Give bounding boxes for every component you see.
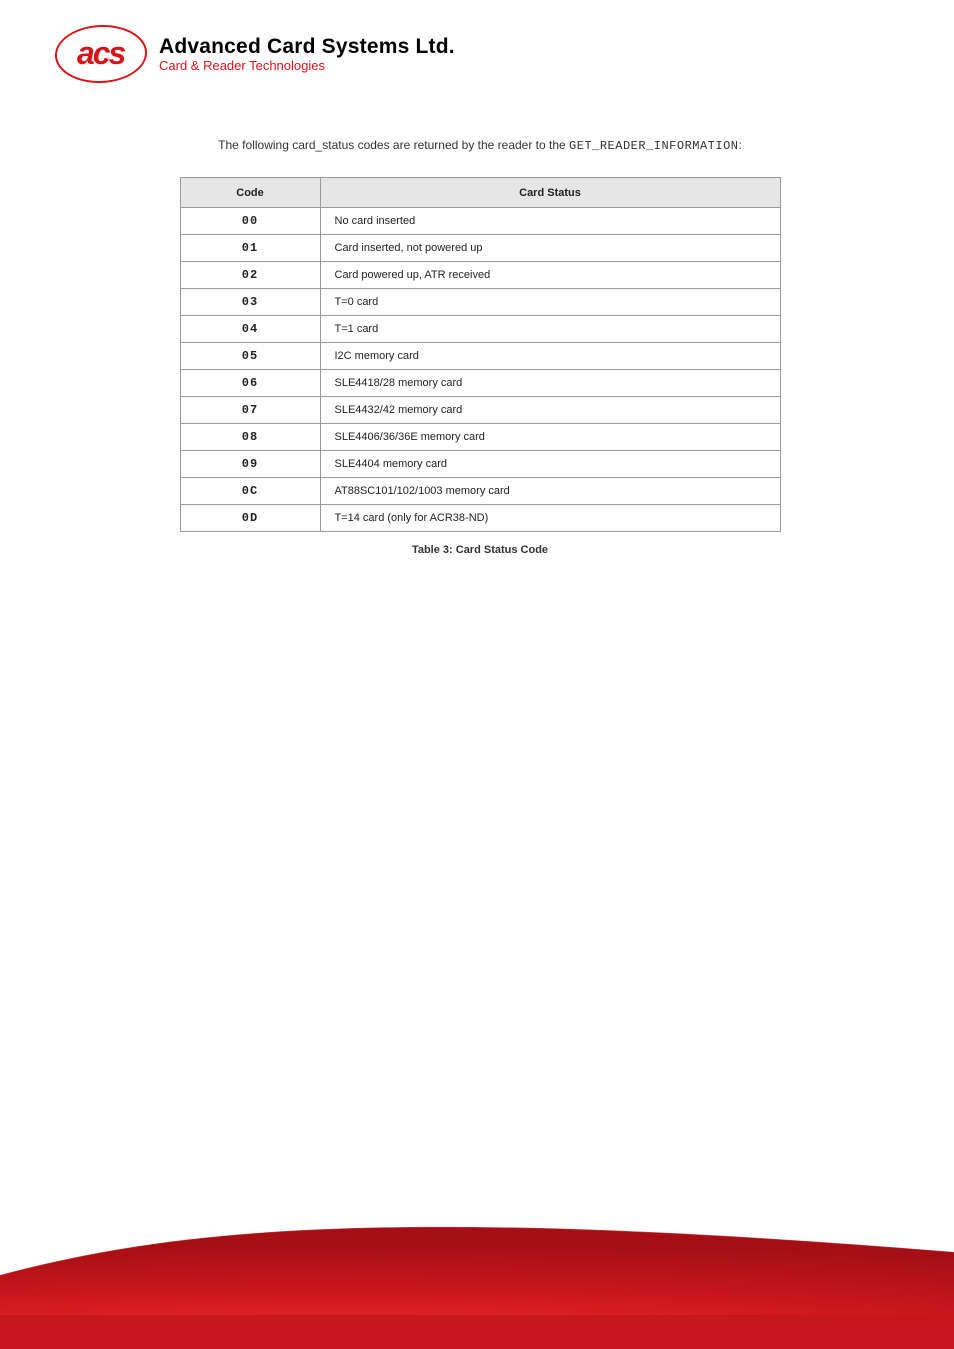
- status-cell: T=1 card: [320, 316, 780, 343]
- table-row: 00 No card inserted: [180, 208, 780, 235]
- status-cell: Card inserted, not powered up: [320, 235, 780, 262]
- intro-command: GET_READER_INFORMATION: [569, 139, 738, 153]
- code-cell: 06: [180, 370, 320, 397]
- status-cell: T=14 card (only for ACR38-ND): [320, 505, 780, 532]
- status-cell: AT88SC101/102/1003 memory card: [320, 478, 780, 505]
- brand-logo-text: acs: [77, 35, 124, 72]
- code-cell: 07: [180, 397, 320, 424]
- intro-text: The following card_status codes are retu…: [100, 138, 860, 153]
- table-row: 07 SLE4432/42 memory card: [180, 397, 780, 424]
- code-cell: 01: [180, 235, 320, 262]
- code-cell: 0C: [180, 478, 320, 505]
- status-cell: T=0 card: [320, 289, 780, 316]
- content-area: The following card_status codes are retu…: [100, 138, 860, 556]
- table-row: 06 SLE4418/28 memory card: [180, 370, 780, 397]
- code-cell: 03: [180, 289, 320, 316]
- table-row: 0D T=14 card (only for ACR38-ND): [180, 505, 780, 532]
- brand-text-block: Advanced Card Systems Ltd. Card & Reader…: [159, 35, 455, 73]
- card-status-table: Code Card Status 00 No card inserted 01 …: [180, 177, 781, 532]
- code-cell: 09: [180, 451, 320, 478]
- code-cell: 02: [180, 262, 320, 289]
- footer-solid: [0, 1315, 954, 1349]
- footer-bar: [0, 1279, 954, 1349]
- status-cell: SLE4404 memory card: [320, 451, 780, 478]
- table-row: 05 I2C memory card: [180, 343, 780, 370]
- code-cell: 05: [180, 343, 320, 370]
- table-row: 01 Card inserted, not powered up: [180, 235, 780, 262]
- table-row: 09 SLE4404 memory card: [180, 451, 780, 478]
- status-cell: SLE4432/42 memory card: [320, 397, 780, 424]
- footer-curve-svg: [0, 1197, 954, 1317]
- code-cell: 0D: [180, 505, 320, 532]
- table-caption: Table 3: Card Status Code: [100, 544, 860, 556]
- status-cell: SLE4406/36/36E memory card: [320, 424, 780, 451]
- brand-header: acs Advanced Card Systems Ltd. Card & Re…: [55, 25, 455, 83]
- brand-tagline: Card & Reader Technologies: [159, 58, 455, 73]
- intro-suffix: :: [738, 138, 741, 152]
- status-cell: No card inserted: [320, 208, 780, 235]
- table-header-row: Code Card Status: [180, 178, 780, 208]
- table-row: 0C AT88SC101/102/1003 memory card: [180, 478, 780, 505]
- brand-name: Advanced Card Systems Ltd.: [159, 35, 455, 59]
- status-cell: Card powered up, ATR received: [320, 262, 780, 289]
- table-row: 08 SLE4406/36/36E memory card: [180, 424, 780, 451]
- page-root: acs Advanced Card Systems Ltd. Card & Re…: [0, 0, 954, 1349]
- col-header-code: Code: [180, 178, 320, 208]
- status-cell: SLE4418/28 memory card: [320, 370, 780, 397]
- code-cell: 04: [180, 316, 320, 343]
- code-cell: 08: [180, 424, 320, 451]
- brand-logo-oval: acs: [53, 25, 149, 83]
- table-row: 02 Card powered up, ATR received: [180, 262, 780, 289]
- status-cell: I2C memory card: [320, 343, 780, 370]
- table-row: 03 T=0 card: [180, 289, 780, 316]
- code-cell: 00: [180, 208, 320, 235]
- intro-prefix: The following card_status codes are retu…: [218, 138, 569, 152]
- col-header-status: Card Status: [320, 178, 780, 208]
- footer-curve: [0, 1197, 954, 1317]
- table-row: 04 T=1 card: [180, 316, 780, 343]
